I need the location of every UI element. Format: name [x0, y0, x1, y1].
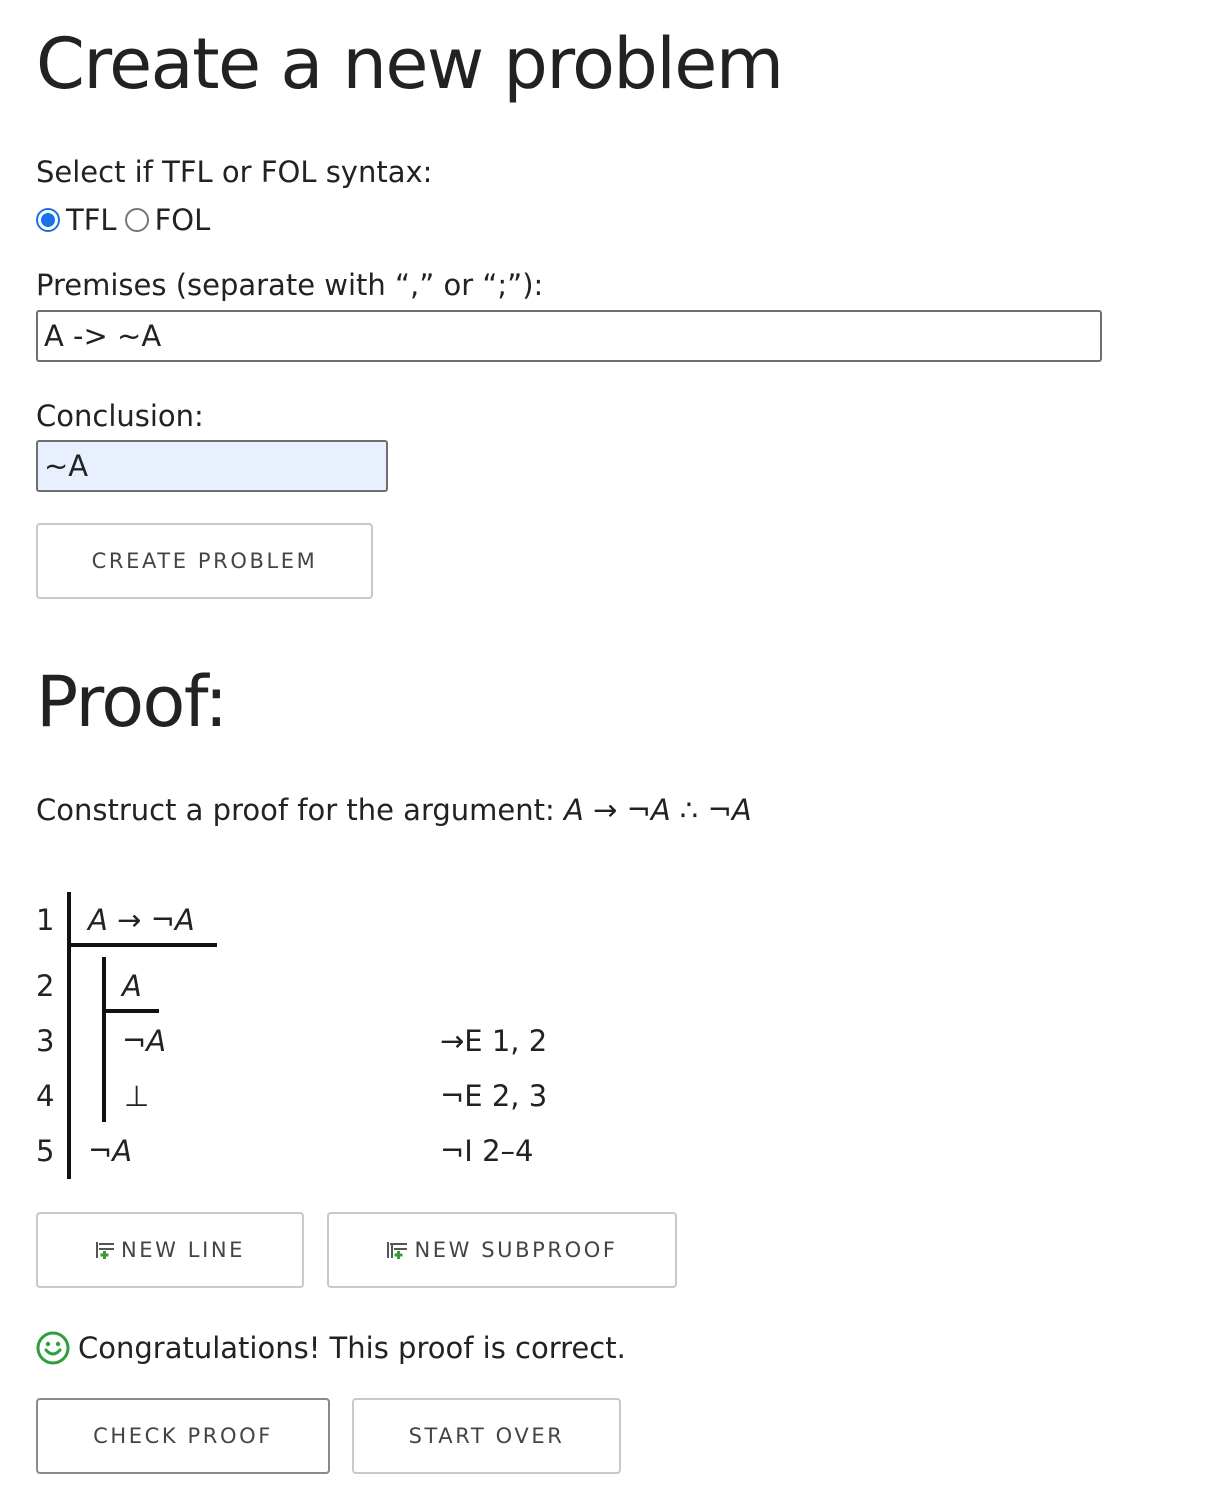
radio-tfl[interactable] — [36, 208, 60, 232]
line-number: 1 — [36, 903, 55, 937]
new-line-button[interactable]: NEW LINE — [36, 1212, 304, 1288]
check-proof-button[interactable]: CHECK PROOF — [36, 1398, 330, 1474]
proof-line-formula[interactable]: ⊥ — [124, 1078, 149, 1114]
proof-scope-bar — [67, 892, 71, 1179]
proof-instruction-prefix: Construct a proof for the argument: — [36, 793, 564, 827]
radio-fol-label[interactable]: FOL — [155, 202, 211, 238]
proof-line-formula[interactable]: ¬A — [88, 1133, 132, 1169]
assumption-divider — [102, 1009, 159, 1013]
status-message: Congratulations! This proof is correct. — [78, 1331, 626, 1365]
syntax-radio-group: TFL FOL — [36, 202, 218, 238]
proof-line-justification[interactable]: ¬I 2–4 — [440, 1133, 533, 1169]
proof-title: Proof: — [36, 661, 228, 743]
start-over-button[interactable]: START OVER — [352, 1398, 621, 1474]
conclusion-input[interactable]: ~A — [36, 440, 388, 492]
radio-fol[interactable] — [124, 208, 149, 232]
smiley-icon — [36, 1331, 70, 1365]
proof-argument: A → ¬A ∴ ¬A — [564, 793, 752, 827]
proof-instruction: Construct a proof for the argument: A → … — [36, 792, 752, 828]
proof-line-formula[interactable]: A → ¬A — [88, 902, 195, 938]
proof-line-justification[interactable]: →E 1, 2 — [440, 1023, 547, 1059]
new-line-label: NEW LINE — [120, 1238, 246, 1262]
syntax-label: Select if TFL or FOL syntax: — [36, 155, 433, 189]
proof-line-formula[interactable]: A — [122, 968, 142, 1004]
proof-status: Congratulations! This proof is correct. — [36, 1330, 626, 1366]
proof-line-formula[interactable]: ¬A — [122, 1023, 166, 1059]
premises-input[interactable]: A -> ~A — [36, 310, 1102, 362]
line-number: 5 — [36, 1134, 55, 1168]
proof-line-justification[interactable]: ¬E 2, 3 — [440, 1078, 547, 1114]
new-line-icon — [95, 1242, 114, 1259]
radio-tfl-label[interactable]: TFL — [66, 202, 117, 238]
new-subproof-icon — [387, 1242, 408, 1259]
new-subproof-label: NEW SUBPROOF — [414, 1238, 618, 1262]
premise-divider — [67, 943, 217, 947]
create-problem-button[interactable]: CREATE PROBLEM — [36, 523, 373, 599]
conclusion-label: Conclusion: — [36, 399, 204, 433]
line-number: 4 — [36, 1079, 55, 1113]
page-title: Create a new problem — [36, 23, 784, 105]
line-number: 2 — [36, 969, 55, 1003]
subproof-scope-bar — [102, 957, 106, 1122]
line-number: 3 — [36, 1024, 55, 1058]
premises-label: Premises (separate with “,” or “;”): — [36, 268, 544, 302]
proof-table: 1 2 3 4 5 A → ¬A A ¬A ⊥ ¬A →E 1, 2 ¬E 2,… — [36, 892, 636, 1182]
new-subproof-button[interactable]: NEW SUBPROOF — [327, 1212, 677, 1288]
